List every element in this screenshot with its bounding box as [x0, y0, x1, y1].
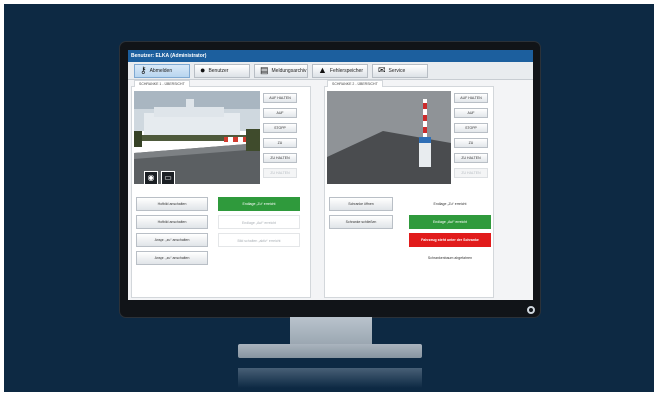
window-title: Benutzer: ELKA (Administrator) — [128, 50, 533, 62]
mail-icon: ✉ — [378, 65, 386, 75]
barrier-2-controls: AUF HALTEN AUF STOPP ZU ZU HALTEN ZU HAL… — [454, 93, 488, 178]
error-memory-button[interactable]: ▲ Fehlerspeicher — [312, 63, 368, 78]
barrier-visualization — [327, 91, 451, 184]
open-button[interactable]: AUF — [454, 108, 488, 118]
hold-open-button[interactable]: AUF HALTEN — [263, 93, 297, 103]
stop-button[interactable]: STOPP — [263, 123, 297, 133]
archive-icon: ▤ — [260, 65, 269, 75]
app-screen: Benutzer: ELKA (Administrator) ⚷ Abmelde… — [128, 50, 533, 300]
service-button[interactable]: ✉ Service — [372, 63, 428, 78]
barrier-1-tab[interactable]: SCHRANKE 1 - ÜBERSICHT — [134, 80, 190, 87]
hold-closed-button[interactable]: ZU HALTEN — [263, 153, 297, 163]
archive-label: Meldungsarchiv — [271, 67, 307, 74]
status-open-reached: Endlage „Auf“ erreicht — [218, 215, 300, 229]
close-button[interactable]: ZU — [263, 138, 297, 148]
action-button-1[interactable]: Hofbild anschalten — [136, 197, 208, 211]
status-vehicle-under-barrier: Fahrzeug steht unter der Schranke — [409, 233, 491, 247]
monitor-icon[interactable]: ▭ — [161, 171, 175, 184]
action-button-3[interactable]: Anspr. „zu“ anschalten — [136, 233, 208, 247]
open-barrier-button[interactable]: Schranke öffnen — [329, 197, 393, 211]
key-icon: ⚷ — [140, 65, 147, 75]
stand-reflection — [238, 368, 422, 388]
error-memory-label: Fehlerspeicher — [329, 67, 363, 74]
user-icon: ● — [200, 65, 206, 75]
monitor-stand-neck — [290, 317, 372, 345]
camera-icon[interactable]: ◉ — [144, 171, 158, 184]
warning-icon: ▲ — [318, 65, 327, 75]
status-closed-reached: Endlage „Zu“ erreicht — [218, 197, 300, 211]
camera-view: ◉ ▭ — [134, 91, 260, 184]
main-toolbar: ⚷ Abmelden ● Benutzer ▤ Meldungsarchiv ▲… — [128, 62, 533, 80]
hold-open-button[interactable]: AUF HALTEN — [454, 93, 488, 103]
users-button[interactable]: ● Benutzer — [194, 63, 250, 78]
close-barrier-button[interactable]: Schranke schließen — [329, 215, 393, 229]
open-button[interactable]: AUF — [263, 108, 297, 118]
status-boom-broken: Schrankenbaum abgefahren — [427, 256, 473, 260]
camera-controls: ◉ ▭ — [144, 171, 175, 184]
status-image-active: Bild schalten „aktiv“ erreicht — [218, 233, 300, 247]
action-button-2[interactable]: Hofbild anschalten — [136, 215, 208, 229]
barrier-2-panel: SCHRANKE 2 - ÜBERSICHT AUF HALTEN AUF ST… — [324, 80, 494, 298]
power-icon[interactable] — [527, 306, 535, 314]
monitor-stand-base — [238, 344, 422, 358]
barrier-1-controls: AUF HALTEN AUF STOPP ZU ZU HALTEN ZU HAL… — [263, 93, 297, 178]
service-label: Service — [388, 67, 406, 74]
hold-closed-button-disabled: ZU HALTEN — [263, 168, 297, 178]
logout-label: Abmelden — [149, 67, 173, 74]
status-open-reached: Endlage „Auf“ erreicht — [409, 215, 491, 229]
logout-button[interactable]: ⚷ Abmelden — [134, 63, 190, 78]
barrier-graphic — [327, 91, 451, 184]
barrier-1-panel: SCHRANKE 1 - ÜBERSICHT ◉ ▭ AUF HALTEN AU… — [131, 80, 311, 298]
barrier-2-tab[interactable]: SCHRANKE 2 - ÜBERSICHT — [327, 80, 383, 87]
status-closed-reached: Endlage „Zu“ erreicht — [433, 202, 467, 206]
hold-closed-button[interactable]: ZU HALTEN — [454, 153, 488, 163]
close-button[interactable]: ZU — [454, 138, 488, 148]
stop-button[interactable]: STOPP — [454, 123, 488, 133]
hold-closed-button-disabled: ZU HALTEN — [454, 168, 488, 178]
archive-button[interactable]: ▤ Meldungsarchiv — [254, 63, 308, 78]
action-button-4[interactable]: Anspr. „zu“ anschalten — [136, 251, 208, 265]
users-label: Benutzer — [208, 67, 229, 74]
